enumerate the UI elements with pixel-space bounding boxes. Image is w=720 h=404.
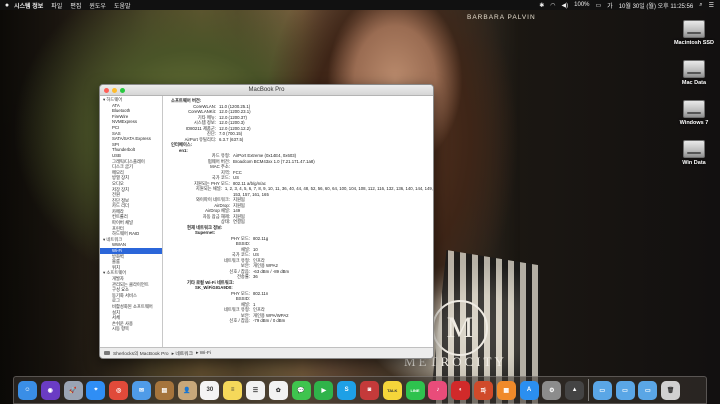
battery-percent[interactable]: 100% [574,2,589,8]
detail-value: Broadcom BCM43xx 1.0 (7.21.171.47.1a8) [233,158,315,164]
system-preferences-icon[interactable]: ⚙ [542,380,562,400]
path-wifi[interactable]: ▸ Wi-Fi [196,351,211,356]
desktop-icon-windows-7[interactable]: Windows 7 [668,100,720,126]
kakaotalk-icon[interactable]: TALK [382,380,402,400]
dock-separator [587,379,589,401]
hard-disk-icon [683,140,705,158]
system-information-window: MacBook Pro ▾ 하드웨어 ATA Bluetooth FireWire NV… [99,84,434,359]
apple-menu-icon[interactable]: ● [0,2,14,9]
hard-disk-icon [683,20,705,38]
desktop-icon-win-data[interactable]: Win Data [668,140,720,166]
path-bar: Sherlocks의 MacBook Pro ▸ 네트워크 ▸ Wi-Fi [100,347,433,358]
desktop-icon-mac-data[interactable]: Mac Data [668,60,720,86]
itunes-icon[interactable]: ♪ [428,380,448,400]
battery-icon[interactable]: ▭ [596,2,602,9]
detail-value: 36 [253,274,258,279]
path-network[interactable]: ▸ 네트워크 [172,350,193,357]
trash-icon[interactable]: 🗑 [661,380,681,400]
metrocity-logo: M [432,300,488,356]
hard-disk-icon [683,100,705,118]
ibooks-icon[interactable]: ▦ [496,380,516,400]
desktop-icon-macintosh-ssd[interactable]: Macintosh SSD [668,20,720,46]
window-titlebar[interactable]: MacBook Pro [100,85,433,96]
safari-icon[interactable]: ⌖ [86,380,106,400]
menu-bar: ● 시스템 정보 파일 편집 윈도우 도움말 ✱ ◠ ◀) 100% ▭ 가 1… [0,0,720,10]
input-source-icon[interactable]: 가 [607,1,613,10]
detail-row: 신호 / 잡음: -79 dBm / 0 dBm [171,318,433,324]
detail-value: 6.3.7 (637.5) [219,136,244,142]
bluetooth-icon[interactable]: ✱ [539,2,544,9]
finder-icon[interactable]: ☺ [18,380,37,400]
path-computer[interactable]: Sherlocks의 MacBook Pro [113,350,169,357]
clock[interactable]: 10월 30일 (월) 오후 11:25:56 [619,1,694,10]
wallpaper-artist-label: BARBARA PALVIN [467,14,536,21]
photos-icon[interactable]: ✿ [268,380,288,400]
skype-icon[interactable]: S [337,380,357,400]
siri-icon[interactable]: ◉ [40,380,60,400]
wifi-detail-pane: 소프트웨어 버전: CoreWLAN: 11.0 (1200.25.1) CoreWL… [163,96,433,347]
applications-folder-icon[interactable]: ▭ [592,380,612,400]
podcast-icon[interactable]: ◐ [451,380,471,400]
menu-file[interactable]: 파일 [51,1,62,10]
facetime-icon[interactable]: ▶ [314,380,334,400]
wifi-icon[interactable]: ◠ [550,2,555,9]
notes-icon[interactable]: ≡ [223,380,243,400]
window-title: MacBook Pro [248,87,285,93]
hard-disk-icon [683,60,705,78]
messages-icon[interactable]: 💬 [291,380,311,400]
volume-icon[interactable]: ◀) [562,2,569,9]
documents-folder-icon[interactable]: ▭ [615,380,635,400]
menu-help[interactable]: 도움말 [114,1,131,10]
dock: ☺ ◉ 🚀 ⌖ ◎ ✉ ▤ 👤 30 ≡ ☰ ✿ 💬 ▶ S ◙ TALK LINE ♪ ◐ 파 ▦ A ⚙ ▲ ▭ ▭ ▭ 🗑 [13,376,707,404]
category-sidebar[interactable]: ▾ 하드웨어 ATA Bluetooth FireWire NVMExpress PCI S… [100,96,163,347]
menu-edit[interactable]: 편집 [70,1,81,10]
menu-status-area: ✱ ◠ ◀) 100% ▭ 가 10월 30일 (월) 오후 11:25:56 … [539,1,720,10]
chrome-icon[interactable]: ◎ [109,380,129,400]
terminal-icon[interactable]: ▲ [565,380,585,400]
detail-value: 802.11n [253,290,269,296]
sidebar-item[interactable]: 시동 항목 [100,326,162,332]
detail-value: 연결됨 [233,219,245,224]
detail-value: 802.11g [253,235,269,241]
mail-icon[interactable]: ✉ [131,380,151,400]
reminders-icon[interactable]: ☰ [245,380,265,400]
line-icon[interactable]: LINE [405,380,425,400]
macbook-icon [104,351,110,355]
menu-window[interactable]: 윈도우 [89,1,106,10]
spotlight-icon[interactable]: ⌕ [699,2,702,9]
detail-value: -79 dBm / 0 dBm [253,318,286,323]
detail-value: -63 dBm / -89 dBm [253,268,290,274]
notebook-icon[interactable]: ▤ [154,380,174,400]
photo-booth-icon[interactable]: ◙ [359,380,379,400]
calendar-icon[interactable]: 30 [200,380,220,400]
downloads-folder-icon[interactable]: ▭ [638,380,658,400]
contacts-icon[interactable]: 👤 [177,380,197,400]
detail-key: 신호 / 잡음: [229,318,250,323]
korean-app-icon[interactable]: 파 [473,380,493,400]
launchpad-icon[interactable]: 🚀 [63,380,83,400]
menu-app-name[interactable]: 시스템 정보 [14,1,43,10]
notification-center-icon[interactable]: ☰ [709,2,714,9]
app-store-icon[interactable]: A [519,380,539,400]
